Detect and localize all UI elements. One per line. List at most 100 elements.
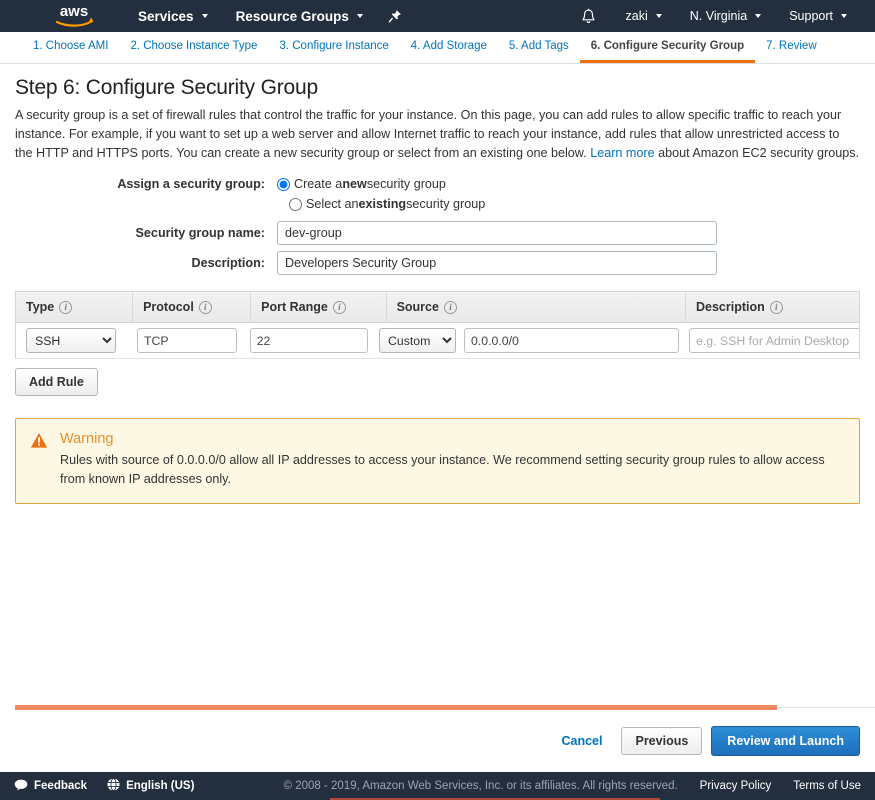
radio-create-new-strong: new — [342, 177, 367, 191]
security-group-description-input[interactable] — [277, 251, 717, 275]
tab-choose-ami[interactable]: 1. Choose AMI — [22, 32, 119, 63]
rules-table-header: Type i Protocol i Port Range i Source i … — [16, 292, 859, 323]
rule-protocol-cell — [127, 328, 240, 353]
learn-more-link[interactable]: Learn more — [590, 146, 654, 160]
warning-content: Warning Rules with source of 0.0.0.0/0 a… — [60, 431, 845, 489]
page-intro: A security group is a set of firewall ru… — [15, 106, 860, 163]
aws-logo[interactable]: aws — [48, 2, 100, 30]
chevron-down-icon — [357, 14, 363, 18]
feedback-label: Feedback — [34, 780, 87, 792]
pushpin-icon[interactable] — [387, 8, 403, 24]
tab-label: 3. Configure Instance — [279, 40, 388, 52]
security-group-description-row: Description: — [15, 251, 860, 275]
chevron-down-icon — [202, 14, 208, 18]
tab-label: 2. Choose Instance Type — [130, 40, 257, 52]
radio-select-existing-input[interactable] — [289, 198, 302, 211]
nav-account-label: zaki — [626, 9, 648, 23]
tab-review[interactable]: 7. Review — [755, 32, 828, 63]
footer-divider-grey — [777, 707, 875, 708]
nav-resource-groups-label: Resource Groups — [236, 9, 349, 24]
assign-security-group-label: Assign a security group: — [15, 177, 277, 191]
svg-text:aws: aws — [60, 3, 88, 20]
review-and-launch-button[interactable]: Review and Launch — [711, 726, 860, 756]
chevron-down-icon — [841, 14, 847, 18]
rule-description-cell — [679, 328, 859, 353]
security-group-name-label: Security group name: — [15, 226, 277, 240]
column-header-protocol-label: Protocol — [143, 300, 194, 314]
column-header-type: Type i — [16, 292, 132, 322]
info-icon-description[interactable]: i — [770, 301, 783, 314]
tab-add-storage[interactable]: 4. Add Storage — [400, 32, 498, 63]
tab-label: 1. Choose AMI — [33, 40, 108, 52]
tab-choose-instance-type[interactable]: 2. Choose Instance Type — [119, 32, 268, 63]
column-header-port-range: Port Range i — [250, 292, 385, 322]
rule-port-range-cell — [240, 328, 369, 353]
column-header-description-label: Description — [696, 300, 765, 314]
top-navbar: aws Services Resource Groups — [0, 0, 875, 32]
radio-select-existing-security-group[interactable]: Select an existing security group — [289, 197, 860, 211]
info-icon-type[interactable]: i — [59, 301, 72, 314]
radio-create-new-input[interactable] — [277, 178, 290, 191]
rule-source-value-input[interactable] — [464, 328, 679, 353]
radio-select-existing-post: security group — [406, 197, 485, 211]
radio-select-existing-strong: existing — [359, 197, 407, 211]
wizard-tabs: 1. Choose AMI 2. Choose Instance Type 3.… — [0, 32, 875, 64]
tab-configure-security-group[interactable]: 6. Configure Security Group — [580, 32, 755, 63]
radio-create-new-post: security group — [367, 177, 446, 191]
nav-resource-groups[interactable]: Resource Groups — [222, 0, 377, 32]
rule-source-kind-select[interactable]: Custom — [379, 328, 456, 353]
rule-source-cell: Custom — [369, 328, 679, 353]
bottom-bar: Feedback English (US) © 2008 - 2019, Ama… — [0, 772, 875, 800]
assign-security-group-row: Assign a security group: Create a new se… — [15, 177, 860, 191]
warning-text: Rules with source of 0.0.0.0/0 allow all… — [60, 451, 845, 489]
info-icon-protocol[interactable]: i — [199, 301, 212, 314]
footer-divider-orange — [15, 705, 777, 710]
globe-icon — [107, 778, 120, 794]
add-rule-wrapper: Add Rule — [15, 368, 860, 396]
tab-label: 4. Add Storage — [411, 40, 487, 52]
nav-region-menu[interactable]: N. Virginia — [676, 0, 775, 32]
language-selector[interactable]: English (US) — [107, 778, 194, 794]
rule-protocol-input — [137, 328, 237, 353]
nav-services[interactable]: Services — [124, 0, 222, 32]
column-header-type-label: Type — [26, 300, 54, 314]
column-header-port-range-label: Port Range — [261, 300, 328, 314]
radio-create-new-security-group[interactable]: Create a new security group — [277, 177, 446, 191]
rule-type-cell: SSH — [16, 328, 127, 353]
tab-configure-instance[interactable]: 3. Configure Instance — [268, 32, 399, 63]
add-rule-button[interactable]: Add Rule — [15, 368, 98, 396]
footer-divider — [0, 705, 875, 711]
nav-support-menu[interactable]: Support — [775, 0, 861, 32]
cancel-button[interactable]: Cancel — [551, 728, 612, 754]
column-header-source-label: Source — [397, 300, 439, 314]
security-group-name-input[interactable] — [277, 221, 717, 245]
nav-support-label: Support — [789, 9, 833, 23]
assign-security-group-row-2: Select an existing security group — [289, 197, 860, 211]
rule-type-select[interactable]: SSH — [26, 328, 116, 353]
tab-add-tags[interactable]: 5. Add Tags — [498, 32, 580, 63]
previous-button[interactable]: Previous — [621, 727, 702, 755]
chevron-down-icon — [755, 14, 761, 18]
info-icon-port-range[interactable]: i — [333, 301, 346, 314]
column-header-source: Source i — [386, 292, 685, 322]
footer-actions: Cancel Previous Review and Launch — [551, 726, 860, 756]
page-body: Step 6: Configure Security Group A secur… — [0, 64, 875, 504]
privacy-policy-link[interactable]: Privacy Policy — [700, 780, 772, 792]
nav-account-menu[interactable]: zaki — [612, 0, 676, 32]
feedback-button[interactable]: Feedback — [14, 779, 87, 794]
table-row: SSH Custom — [16, 323, 859, 359]
nav-region-label: N. Virginia — [690, 9, 747, 23]
security-group-description-label: Description: — [15, 256, 277, 270]
warning-triangle-icon — [30, 432, 48, 489]
tab-label: 7. Review — [766, 40, 817, 52]
language-label: English (US) — [126, 780, 194, 792]
nav-services-label: Services — [138, 9, 194, 24]
bell-icon[interactable] — [581, 8, 596, 25]
page-title: Step 6: Configure Security Group — [15, 76, 860, 100]
security-rules-table: Type i Protocol i Port Range i Source i … — [15, 291, 860, 359]
terms-of-use-link[interactable]: Terms of Use — [793, 780, 861, 792]
info-icon-source[interactable]: i — [444, 301, 457, 314]
rule-port-range-input[interactable] — [250, 328, 368, 353]
rule-description-input[interactable] — [689, 328, 860, 353]
warning-title: Warning — [60, 431, 845, 447]
